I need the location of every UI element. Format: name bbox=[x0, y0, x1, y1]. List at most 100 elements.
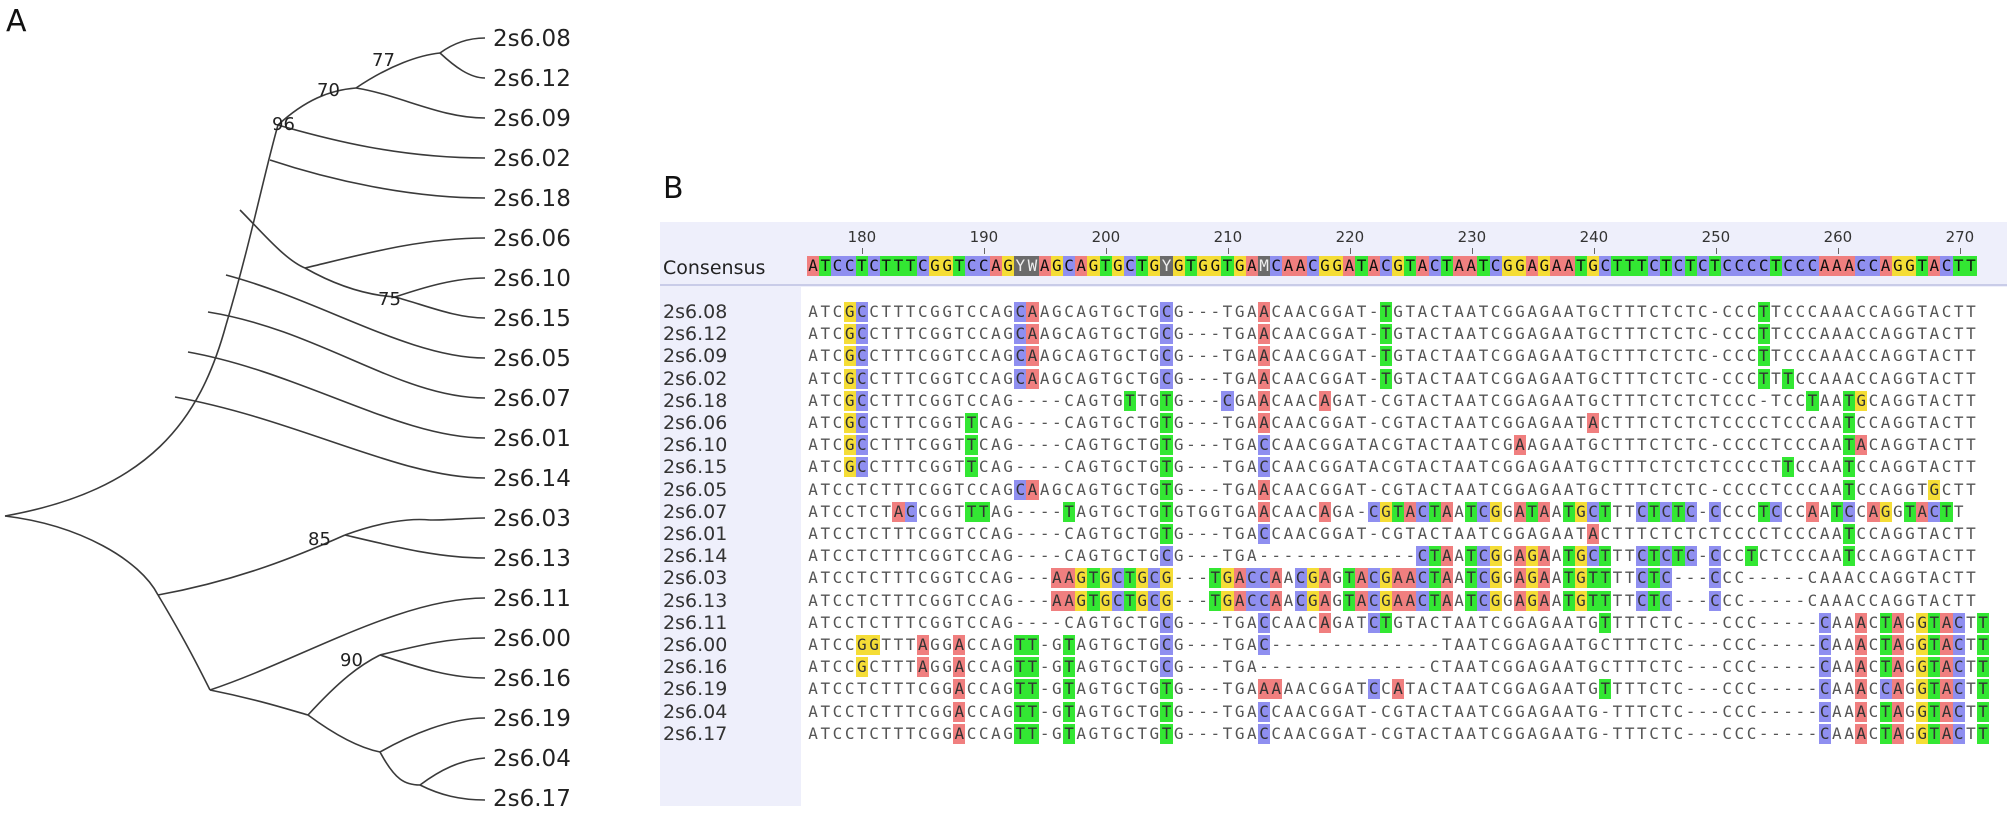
branch-85-clade bbox=[344, 518, 431, 536]
sequence-alignment: Consensus 2s6.08 2s6.12 2s6.09 2s6.02 2s6.18… bbox=[660, 222, 2007, 806]
branch-lower-e bbox=[379, 751, 421, 786]
sequence-name: 2s6.07 bbox=[663, 500, 728, 523]
leaf-2s6.08 bbox=[439, 37, 486, 54]
sequence-name: 2s6.08 bbox=[663, 301, 728, 323]
tree-leaf-label: 2s6.02 bbox=[493, 146, 571, 172]
leaf-2s6.14 bbox=[174, 396, 486, 479]
sequence-name: 2s6.03 bbox=[663, 567, 728, 590]
tree-leaf-label: 2s6.04 bbox=[493, 746, 571, 772]
leaf-2s6.03 bbox=[429, 517, 486, 521]
sequence-name: 2s6.12 bbox=[663, 323, 728, 346]
ruler-tick-label: 230 bbox=[1457, 228, 1487, 246]
sequence-row: ATCGCCTTTCGGTCCAGCAAGCAGTGCTGCG---TGAACA… bbox=[808, 324, 1976, 345]
sequence-name: 2s6.17 bbox=[663, 722, 728, 745]
sequence-name: 2s6.06 bbox=[663, 412, 728, 434]
sequence-name: 2s6.14 bbox=[663, 545, 728, 568]
ruler-tick-label: 180 bbox=[847, 228, 877, 246]
tree-leaf-label: 2s6.18 bbox=[493, 186, 571, 212]
leaf-2s6.02 bbox=[277, 124, 486, 159]
sequence-row: ATCCTCTTTCGGTCCAG---AAGTGCTGCG---TGACCAA… bbox=[808, 590, 1976, 611]
sequence-row: ATCCTCTTTCGGTCCAG----CAGTGCTGCG---TGACCA… bbox=[808, 612, 1990, 633]
tree-leaf-label: 2s6.14 bbox=[493, 466, 571, 492]
tree-leaf-label: 2s6.03 bbox=[493, 506, 571, 532]
ruler-tick bbox=[1715, 248, 1717, 254]
ruler-tick bbox=[1471, 248, 1473, 254]
tree-leaf-label: 2s6.00 bbox=[493, 626, 571, 652]
bootstrap-value: 70 bbox=[317, 80, 340, 101]
sequence-name: 2s6.01 bbox=[663, 523, 728, 545]
leaf-2s6.09 bbox=[355, 87, 486, 119]
bootstrap-value: 96 bbox=[272, 114, 295, 135]
ruler-tick-label: 240 bbox=[1579, 228, 1609, 246]
ruler-tick bbox=[1959, 248, 1961, 254]
ruler-tick-label: 210 bbox=[1213, 228, 1243, 246]
tree-leaf-label: 2s6.15 bbox=[493, 306, 571, 332]
leaf-2s6.17 bbox=[419, 784, 486, 801]
tree-leaf-label: 2s6.06 bbox=[493, 226, 571, 252]
sequence-name: 2s6.19 bbox=[663, 678, 728, 701]
ruler-tick-label: 260 bbox=[1823, 228, 1853, 246]
sequence-row: ATCCTCTTTCGGACCAGTT-GTAGTGCTGTG---TGACCA… bbox=[808, 723, 1990, 744]
bootstrap-value: 90 bbox=[340, 650, 363, 671]
ruler-tick-label: 200 bbox=[1091, 228, 1121, 246]
ruler-tick bbox=[983, 248, 985, 254]
tree-leaf-label: 2s6.13 bbox=[493, 546, 571, 572]
sequence-row: ATCCTCTTTCGGTCCAGCAAGCAGTGCTGTG---TGAACA… bbox=[808, 479, 1976, 500]
sequence-name: 2s6.15 bbox=[663, 456, 728, 479]
sequence-row: ATCGCCTTTCGGTCCAGCAAGCAGTGCTGCG---TGAACA… bbox=[808, 346, 1976, 367]
tree-leaf-label: 2s6.08 bbox=[493, 26, 571, 52]
sequence-row: ATCCTCTACCGGTTTAG----TAGTGCTGTGTGGTGAACA… bbox=[808, 501, 1964, 522]
tree-leaf-label: 2s6.09 bbox=[493, 106, 571, 132]
sequence-name: 2s6.16 bbox=[663, 656, 728, 679]
panel-label-b: B bbox=[663, 171, 684, 206]
tree-leaf-label: 2s6.16 bbox=[493, 666, 571, 692]
leaf-2s6.10 bbox=[394, 277, 486, 298]
branch-lower-b bbox=[157, 594, 211, 691]
tree-leaf-label: 2s6.12 bbox=[493, 66, 571, 92]
tree-leaf-label: 2s6.05 bbox=[493, 346, 571, 372]
sequence-row: ATCCGGTTTAGGACCAGTT-GTAGTGCTGCG---TGAC--… bbox=[808, 635, 1990, 655]
leaf-2s6.06 bbox=[304, 237, 486, 269]
consensus-label: Consensus bbox=[663, 257, 766, 279]
sequence-name: 2s6.18 bbox=[663, 389, 728, 412]
position-ruler: 180 190 200 210 220 230 240 250 260 270 bbox=[801, 222, 2007, 254]
sequence-row: ATCCTCTTTCGGACCAGTT-GTAGTGCTGTG---TGACCA… bbox=[808, 701, 1990, 722]
leaf-2s6.07 bbox=[207, 311, 486, 399]
bootstrap-value: 77 bbox=[372, 50, 395, 71]
branch-lower-c bbox=[209, 689, 309, 716]
sequence-row: ATCGCCTTTCGGTTCAG----CAGTGCTGTG---TGAACA… bbox=[808, 413, 1976, 433]
sequence-name: 2s6.09 bbox=[663, 345, 728, 368]
ruler-tick bbox=[1593, 248, 1595, 254]
bootstrap-value: 75 bbox=[378, 289, 401, 310]
tree-leaf-label: 2s6.11 bbox=[493, 586, 571, 612]
leaf-2s6.01 bbox=[187, 351, 486, 439]
ruler-tick bbox=[861, 248, 863, 254]
sequence-row: ATCCTCTTTCGGTCCAG----CAGTGCTGCG---TGA---… bbox=[808, 546, 1976, 567]
branch-77-clade bbox=[355, 52, 441, 89]
bootstrap-value: 85 bbox=[308, 529, 331, 550]
ruler-tick bbox=[1227, 248, 1229, 254]
sequence-row: ATCCTCTTTCGGACCAGTT-GTAGTGCTGTG---TGAAAA… bbox=[808, 679, 1990, 700]
sequence-name: 2s6.02 bbox=[663, 367, 728, 390]
leaf-2s6.13 bbox=[344, 534, 486, 559]
leaf-2s6.12 bbox=[439, 52, 486, 79]
sequence-row: ATCCTCTTTCGGTCCAG---AAGTGCTGCG---TGACCAA… bbox=[808, 568, 1976, 589]
sequence-row: ATCGCCTTTCGGTCCAGCAAGCAGTGCTGCG---TGAACA… bbox=[808, 368, 1976, 389]
leaf-2s6.19 bbox=[379, 717, 486, 753]
header-separator bbox=[660, 284, 2007, 286]
branch-lower-d bbox=[307, 714, 381, 753]
leaf-2s6.18 bbox=[269, 159, 486, 199]
tree-leaf-label: 2s6.01 bbox=[493, 426, 571, 452]
leaf-2s6.00 bbox=[379, 637, 486, 656]
sequence-row: ATCGCCTTTCGGTTCAG----CAGTGCTGTG---TGACCA… bbox=[808, 457, 1976, 478]
ruler-tick bbox=[1349, 248, 1351, 254]
sequence-row: ATCCGCTTTAGGACCAGTT-GTAGTGCTGCG---TGA---… bbox=[808, 657, 1990, 678]
ruler-tick-label: 220 bbox=[1335, 228, 1365, 246]
sequence-name: 2s6.00 bbox=[663, 634, 728, 656]
sequence-name: 2s6.04 bbox=[663, 700, 728, 723]
leaf-2s6.16 bbox=[379, 654, 486, 679]
branch-96-clade bbox=[225, 124, 279, 326]
alignment-body: 180 190 200 210 220 230 240 250 260 270 ATCCTCTTT… bbox=[801, 222, 2007, 806]
sequence-row: ATCGCCTTTCGGTCCAGCAAGCAGTGCTGCG---TGAACA… bbox=[808, 302, 1976, 322]
consensus-sequence: ATCCTCTTTCGGTCCAGYWAGCAGTGCTGYGTGGTGAMCA… bbox=[807, 256, 1977, 276]
